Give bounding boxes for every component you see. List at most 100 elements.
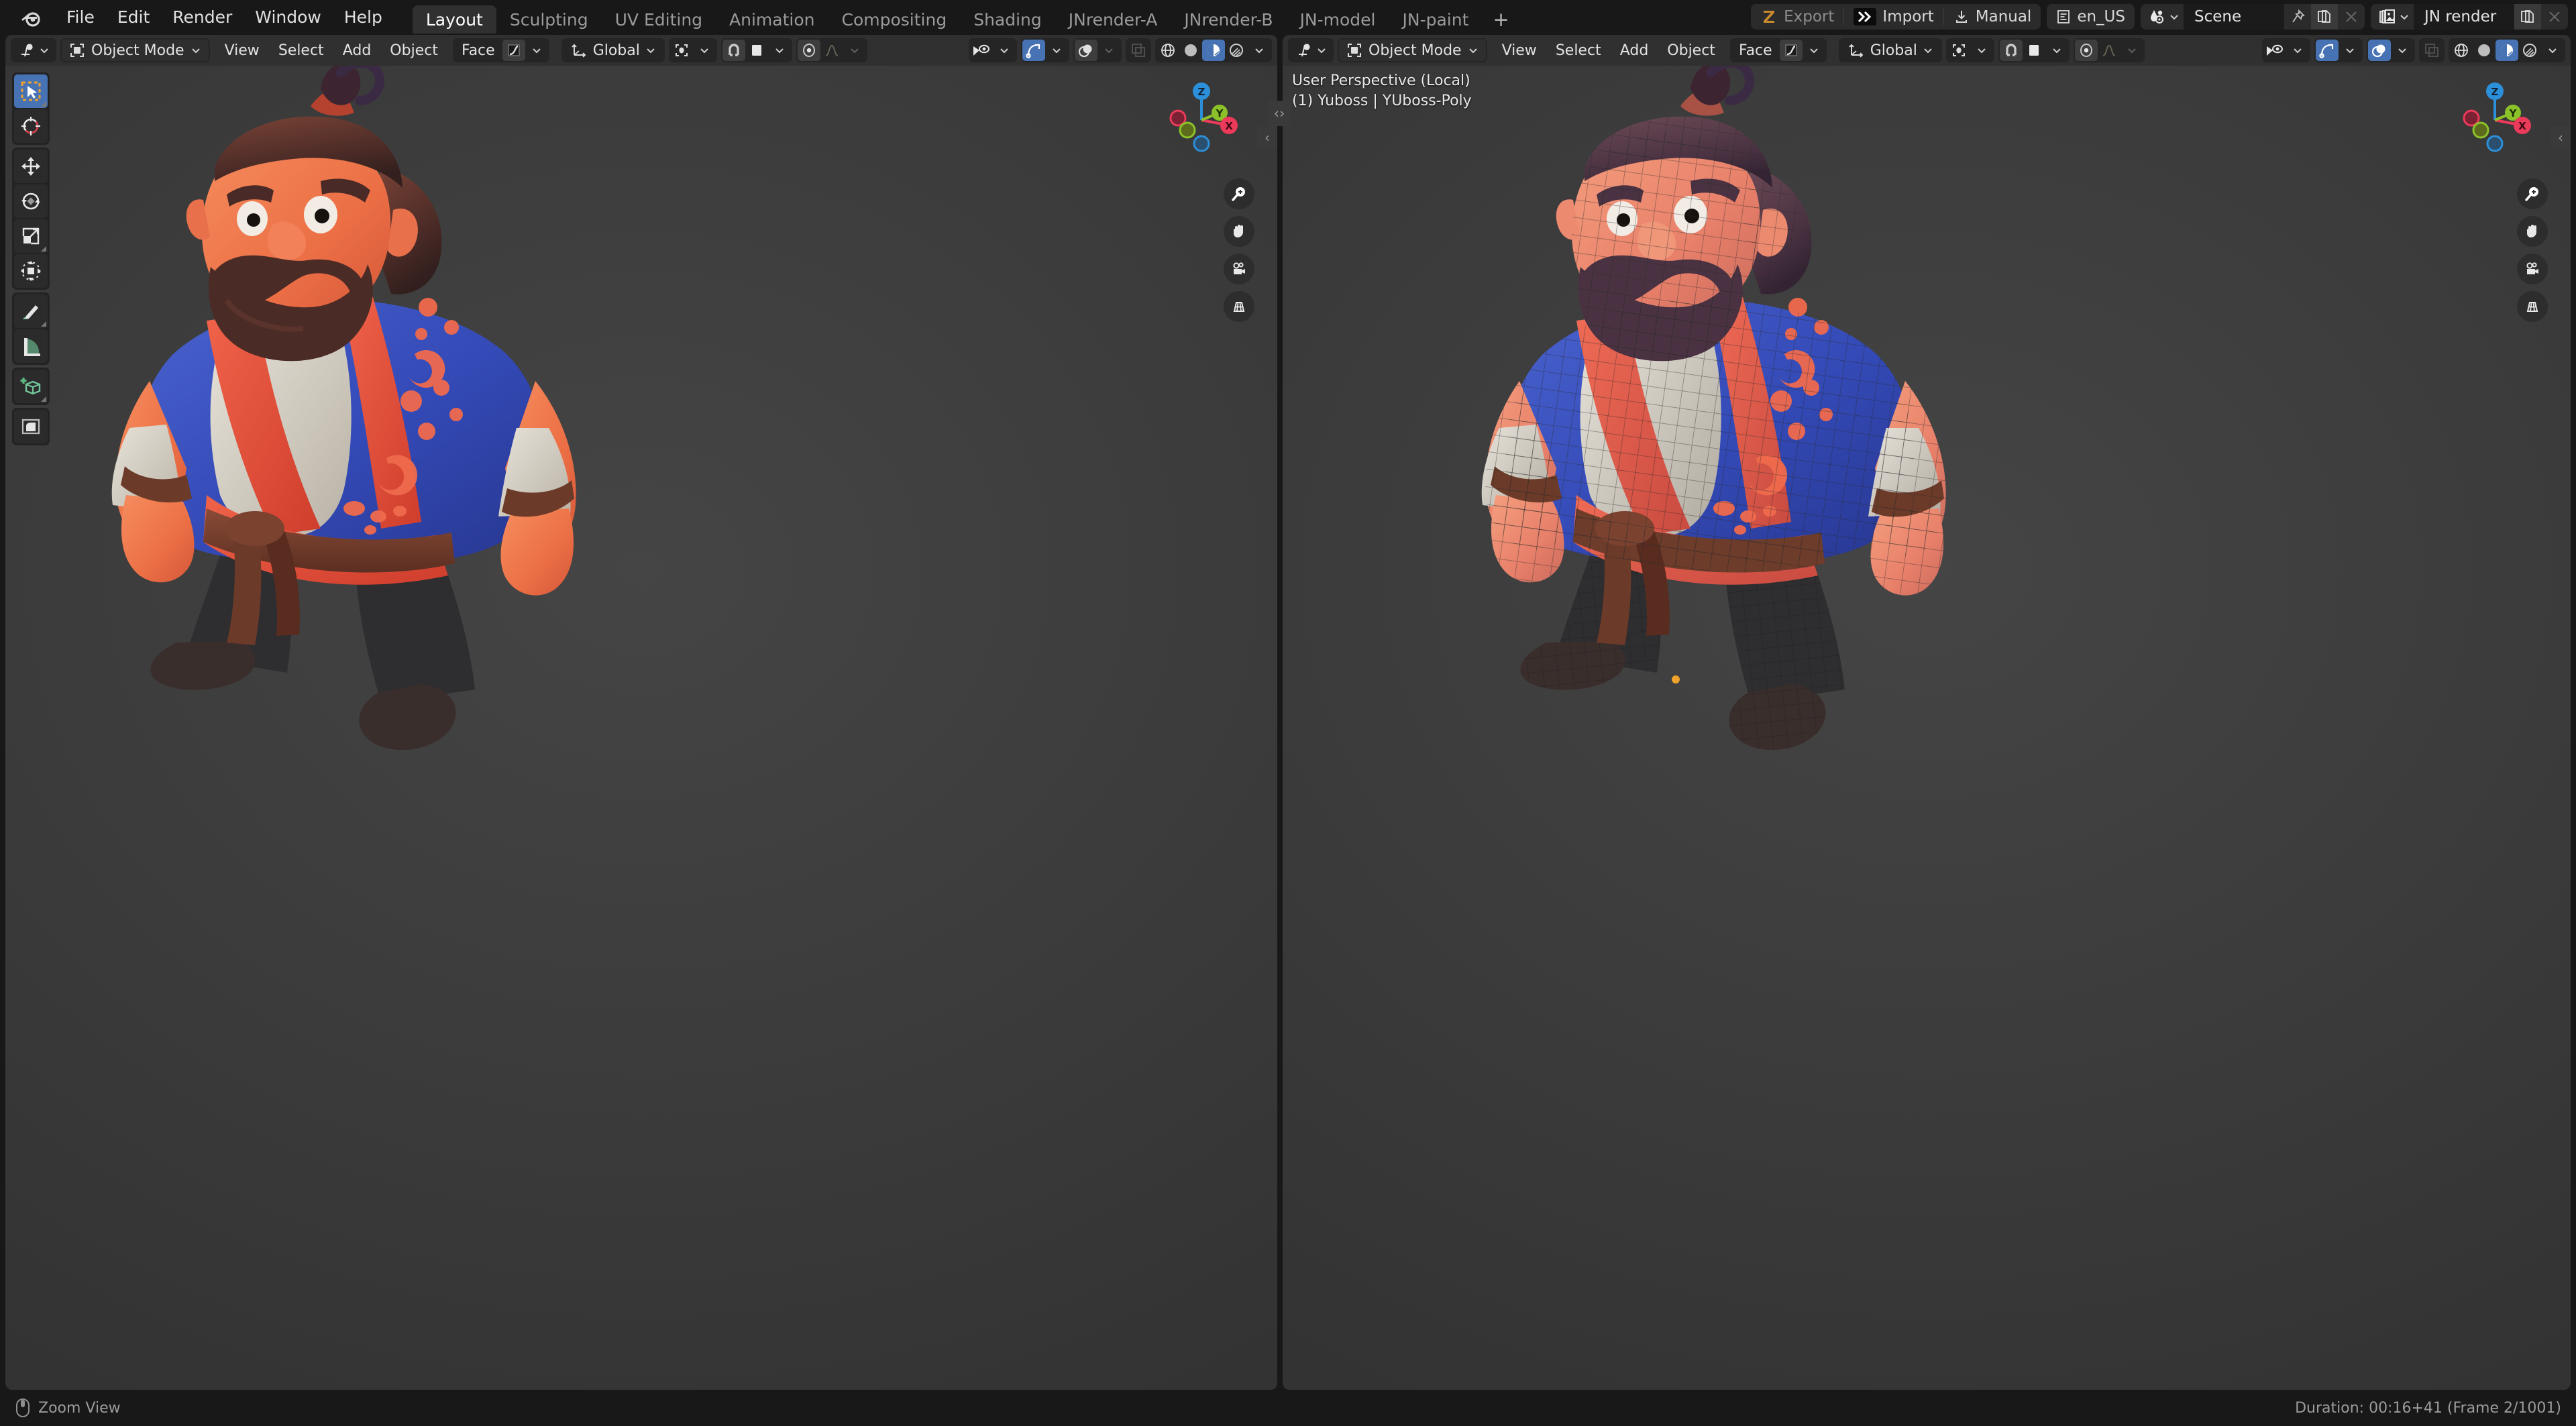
add-workspace-button[interactable]: + <box>1482 5 1519 34</box>
move-icon[interactable] <box>14 150 48 183</box>
workspace-tab-uv-editing[interactable]: UV Editing <box>602 5 716 34</box>
interaction-mode-selector[interactable]: Object Mode <box>60 38 210 62</box>
pan-hand-icon[interactable] <box>1224 216 1254 247</box>
gizmo-icon[interactable] <box>1022 40 1045 61</box>
pan-hand-icon[interactable] <box>2517 216 2548 247</box>
pivot-point-selector-right[interactable] <box>1945 38 1994 62</box>
snap-dropdown[interactable] <box>2045 40 2068 61</box>
workspace-tab-jnrender-b[interactable]: JNrender-B <box>1171 5 1286 34</box>
export-button[interactable]: Export <box>1751 4 1843 30</box>
scale-icon[interactable] <box>14 219 48 253</box>
camera-view-icon[interactable] <box>2517 254 2548 284</box>
viewport-left-sidebar-toggle[interactable]: ‹ <box>1257 126 1277 149</box>
pivot-dropdown[interactable] <box>1970 40 1993 61</box>
editor-type-selector[interactable] <box>11 38 56 62</box>
new-scene-icon[interactable] <box>2311 4 2338 30</box>
falloff-dropdown[interactable] <box>1803 40 1825 61</box>
cursor-3d-icon[interactable] <box>14 109 48 143</box>
viewport-right-sidebar-toggle[interactable]: ‹ <box>2551 126 2571 149</box>
snap-increment-icon[interactable] <box>745 40 768 61</box>
toggle-perspective-icon[interactable] <box>1224 291 1254 322</box>
scene-name-field[interactable]: Scene <box>2184 4 2284 30</box>
shading-material-preview-icon[interactable] <box>2496 40 2518 61</box>
viewport-right-canvas[interactable]: User Perspective (Local) (1) Yuboss | YU… <box>1283 66 2571 1390</box>
shading-dropdown[interactable] <box>2541 40 2564 61</box>
gizmo-icon[interactable] <box>2316 40 2339 61</box>
overlays-dropdown[interactable] <box>2391 40 2414 61</box>
proportional-dropdown[interactable] <box>843 40 866 61</box>
smooth-falloff-icon[interactable] <box>820 40 843 61</box>
falloff-label[interactable]: Face <box>1731 40 1780 61</box>
xray-toggle-icon[interactable] <box>2420 40 2443 61</box>
transform-icon[interactable] <box>14 254 48 288</box>
snap-dropdown[interactable] <box>768 40 791 61</box>
zoom-icon[interactable] <box>2517 178 2548 209</box>
shading-wireframe-icon[interactable] <box>2450 40 2473 61</box>
workspace-tab-shading[interactable]: Shading <box>960 5 1055 34</box>
view-layer-name-field[interactable]: JN render <box>2414 4 2514 30</box>
falloff-dropdown[interactable] <box>525 40 548 61</box>
proportional-edit-icon[interactable] <box>2074 40 2098 61</box>
workspace-tab-jn-paint[interactable]: JN-paint <box>1389 5 1483 34</box>
delete-view-layer-icon[interactable] <box>2541 4 2568 30</box>
navigation-gizmo-left[interactable]: Z Y X <box>1158 76 1245 164</box>
transform-orientation-selector-right[interactable]: Global <box>1838 38 1942 62</box>
workspace-tab-compositing[interactable]: Compositing <box>828 5 961 34</box>
menu-file[interactable]: File <box>55 5 106 29</box>
new-view-layer-icon[interactable] <box>2514 4 2541 30</box>
gizmo-dropdown[interactable] <box>1045 40 1068 61</box>
area-split-handle[interactable]: ‹› <box>1268 101 1291 126</box>
interaction-mode-selector-right[interactable]: Object Mode <box>1338 38 1487 62</box>
annotate-icon[interactable] <box>14 294 48 328</box>
shading-rendered-icon[interactable] <box>2518 40 2541 61</box>
shading-rendered-icon[interactable] <box>1225 40 1248 61</box>
xray-toggle-icon[interactable] <box>1127 40 1150 61</box>
pivot-point-selector[interactable] <box>668 38 717 62</box>
magnet-icon[interactable] <box>722 40 745 61</box>
camera-view-icon[interactable] <box>1224 254 1254 284</box>
object-visibility-dropdown[interactable] <box>2286 40 2309 61</box>
overlays-dropdown[interactable] <box>1097 40 1120 61</box>
transform-orientation-selector[interactable]: Global <box>561 38 665 62</box>
workspace-tab-layout[interactable]: Layout <box>412 5 496 34</box>
pin-icon[interactable] <box>2284 4 2311 30</box>
workspace-tab-jnrender-a[interactable]: JNrender-A <box>1055 5 1171 34</box>
shading-dropdown[interactable] <box>1248 40 1271 61</box>
proportional-edit-icon[interactable] <box>797 40 820 61</box>
shading-solid-icon[interactable] <box>1179 40 1202 61</box>
proportional-dropdown[interactable] <box>2121 40 2143 61</box>
view-layer-icon[interactable] <box>2371 4 2414 30</box>
import-button[interactable]: Import <box>1844 4 1943 30</box>
add-cube-icon[interactable] <box>14 370 48 403</box>
falloff-curve-icon[interactable] <box>502 40 525 61</box>
editor-type-selector-right[interactable] <box>1288 38 1334 62</box>
falloff-curve-icon[interactable] <box>1779 40 1803 61</box>
menu-help[interactable]: Help <box>333 5 394 29</box>
viewport-left-canvas[interactable]: Z Y X ‹ <box>5 66 1277 1390</box>
workspace-tab-jn-model[interactable]: JN-model <box>1287 5 1389 34</box>
viewport-menu-add[interactable]: Add <box>333 38 381 62</box>
workspace-tab-sculpting[interactable]: Sculpting <box>496 5 602 34</box>
shading-wireframe-icon[interactable] <box>1157 40 1179 61</box>
measure-icon[interactable] <box>14 329 48 363</box>
viewport-menu-view[interactable]: View <box>1493 38 1546 62</box>
shading-solid-icon[interactable] <box>2473 40 2496 61</box>
magnet-icon[interactable] <box>1999 40 2023 61</box>
viewport-menu-object[interactable]: Object <box>1658 38 1725 62</box>
navigation-gizmo-right[interactable]: Z Y X <box>2451 76 2538 164</box>
shading-material-preview-icon[interactable] <box>1202 40 1225 61</box>
pivot-dropdown[interactable] <box>693 40 716 61</box>
viewport-menu-object[interactable]: Object <box>380 38 447 62</box>
manual-button[interactable]: Manual <box>1944 4 2041 30</box>
falloff-label[interactable]: Face <box>454 40 502 61</box>
blender-logo-icon[interactable] <box>15 2 44 32</box>
rotate-icon[interactable] <box>14 184 48 218</box>
viewport-menu-add[interactable]: Add <box>1611 38 1658 62</box>
pivot-point-icon[interactable] <box>1947 40 1970 61</box>
viewport-menu-select[interactable]: Select <box>269 38 333 62</box>
menu-render[interactable]: Render <box>161 5 244 29</box>
delete-scene-icon[interactable] <box>2338 4 2365 30</box>
tweak-select-box-icon[interactable] <box>14 74 48 108</box>
workspace-tab-animation[interactable]: Animation <box>716 5 828 34</box>
bevel-icon[interactable] <box>14 410 48 443</box>
